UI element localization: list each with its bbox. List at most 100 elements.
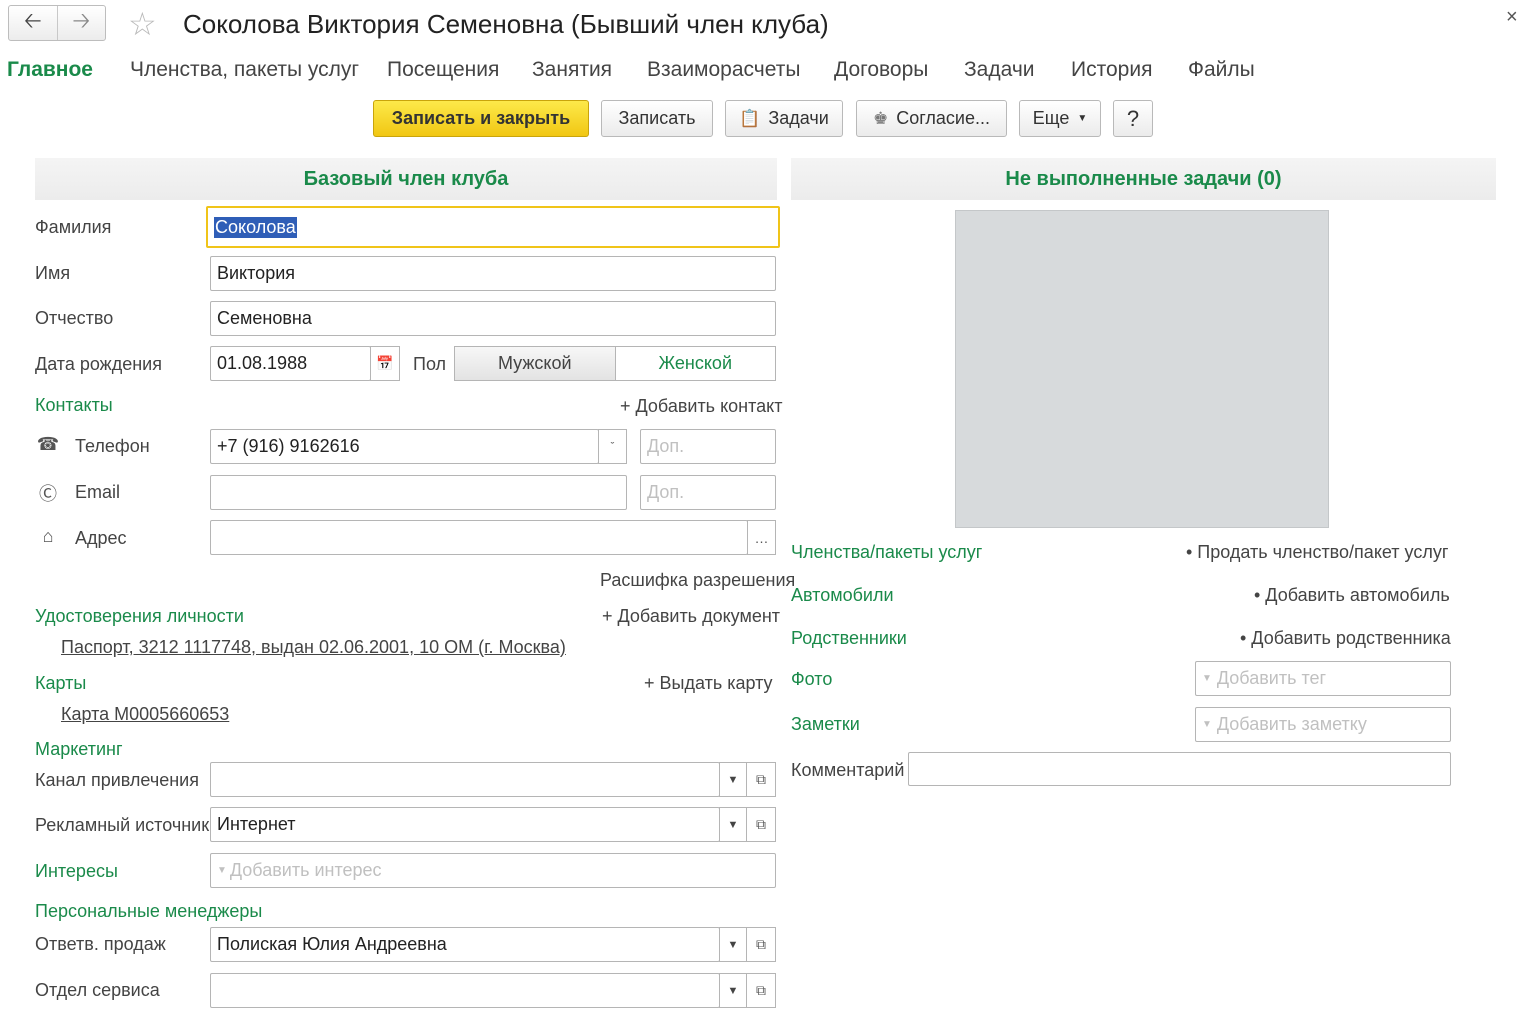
sales-dropdown[interactable]: ▼ (719, 927, 747, 962)
add-car-link[interactable]: • Добавить автомобиль (1254, 583, 1450, 607)
home-icon: ⌂ (42, 526, 54, 546)
phone-ext-field[interactable]: Доп. (640, 429, 776, 464)
consent-label: Согласие... (896, 108, 990, 128)
tasks-button[interactable]: 📋 Задачи (725, 100, 843, 137)
more-button[interactable]: Еще ▼ (1019, 100, 1101, 137)
passport-link[interactable]: Паспорт, 3212 1117748, выдан 02.06.2001,… (61, 635, 566, 659)
interests-placeholder: Добавить интерес (229, 860, 382, 880)
first-name-field[interactable]: Виктория (210, 256, 776, 291)
tab-visits[interactable]: Посещения (387, 56, 499, 84)
phone-field[interactable]: +7 (916) 9162616 (210, 429, 599, 464)
contacts-label: Контакты (35, 395, 113, 415)
tab-memberships[interactable]: Членства, пакеты услуг (130, 56, 359, 84)
sales-open-button[interactable]: ⧉ (747, 927, 776, 962)
tag-field[interactable]: ▼ Добавить тег (1195, 661, 1451, 696)
photo-label: Фото (791, 669, 833, 689)
section-header-pending-tasks: Не выполненные задачи (0) (791, 158, 1496, 200)
address-field[interactable] (210, 520, 748, 555)
first-name-label: Имя (35, 263, 71, 283)
birth-date-field[interactable]: 01.08.1988 (210, 346, 371, 381)
tab-classes[interactable]: Занятия (532, 56, 612, 84)
sell-membership-link[interactable]: • Продать членство/пакет услуг (1186, 540, 1448, 564)
comment-field[interactable] (908, 752, 1451, 786)
window-title: Соколова Виктория Семеновна (Бывший член… (183, 9, 829, 39)
save-button[interactable]: Записать (601, 100, 713, 137)
open-window-icon: ⧉ (756, 816, 766, 832)
channel-field[interactable] (210, 762, 720, 797)
arrow-right-icon: 🡢 (72, 8, 91, 33)
ad-source-dropdown[interactable]: ▼ (719, 807, 747, 842)
star-icon[interactable]: ☆ (128, 6, 157, 42)
chevron-down-icon: ▼ (1202, 719, 1212, 730)
ad-source-open-button[interactable]: ⧉ (747, 807, 776, 842)
email-ext-field[interactable]: Доп. (640, 475, 776, 510)
tasks-label: Задачи (768, 108, 829, 128)
ids-label: Удостоверения личности (35, 606, 244, 626)
open-window-icon: ⧉ (756, 982, 766, 998)
chevron-down-icon: ▼ (217, 865, 227, 876)
calendar-button[interactable]: 📅 (370, 346, 400, 381)
patronymic-field[interactable]: Семеновна (210, 301, 776, 336)
tab-settlements[interactable]: Взаиморасчеты (647, 56, 800, 84)
tab-tasks[interactable]: Задачи (964, 56, 1035, 84)
chevron-down-icon: ▼ (727, 818, 739, 831)
issue-card-link[interactable]: + Выдать карту (644, 671, 773, 695)
email-field[interactable] (210, 475, 627, 510)
marketing-label: Маркетинг (35, 739, 123, 759)
permission-decode-link[interactable]: Расшифка разрешения (600, 568, 795, 592)
chevron-down-icon: ▼ (1202, 673, 1212, 684)
service-label: Отдел сервиса (35, 980, 160, 1000)
forward-button[interactable]: 🡢 (56, 6, 106, 40)
notes-label: Заметки (791, 714, 860, 734)
comment-label: Комментарий (791, 760, 905, 780)
gender-male-option[interactable]: Мужской (455, 347, 616, 380)
chevron-down-icon: ▼ (727, 938, 739, 951)
sales-field[interactable]: Полиская Юлия Андреевна (210, 927, 720, 962)
help-button[interactable]: ? (1113, 100, 1153, 137)
add-relative-link[interactable]: • Добавить родственника (1240, 626, 1451, 650)
birth-date-label: Дата рождения (35, 354, 162, 374)
save-and-close-button[interactable]: Записать и закрыть (373, 100, 589, 137)
photo-placeholder[interactable] (955, 210, 1329, 528)
channel-open-button[interactable]: ⧉ (747, 762, 776, 797)
chevron-down-icon: ▼ (727, 984, 739, 997)
ad-source-label: Рекламный источник (35, 815, 210, 835)
email-icon: Ⓒ (39, 484, 57, 504)
section-header-base-member: Базовый член клуба (35, 158, 777, 200)
address-select-button[interactable]: … (747, 520, 776, 555)
tab-main[interactable]: Главное (7, 56, 93, 84)
channel-label: Канал привлечения (35, 770, 199, 790)
cards-label: Карты (35, 673, 87, 693)
add-contact-link[interactable]: + Добавить контакт (620, 394, 782, 418)
chevron-down-icon: ˇ (610, 440, 615, 453)
card-link[interactable]: Карта М0005660653 (61, 702, 229, 726)
interests-label: Интересы (35, 861, 118, 881)
tab-files[interactable]: Файлы (1188, 56, 1255, 84)
sales-label: Ответв. продаж (35, 934, 166, 954)
last-name-field[interactable]: Соколова (206, 206, 780, 248)
ad-source-field[interactable]: Интернет (210, 807, 720, 842)
tab-contracts[interactable]: Договоры (834, 56, 928, 84)
patronymic-label: Отчество (35, 308, 114, 328)
service-field[interactable] (210, 973, 720, 1008)
phone-type-dropdown[interactable]: ˇ (598, 429, 627, 464)
save-and-close-label: Записать и закрыть (391, 108, 571, 128)
last-name-value: Соколова (214, 216, 297, 238)
close-icon[interactable]: × (1506, 6, 1518, 29)
task-list-icon: 📋 (739, 108, 761, 128)
interests-field[interactable]: ▼ Добавить интерес (210, 853, 776, 888)
add-document-link[interactable]: + Добавить документ (602, 604, 780, 628)
arrow-left-icon: 🡠 (23, 8, 42, 33)
crown-icon: ♚ (872, 108, 889, 128)
service-dropdown[interactable]: ▼ (719, 973, 747, 1008)
managers-label: Персональные менеджеры (35, 901, 263, 921)
more-label: Еще (1032, 108, 1070, 128)
gender-female-option[interactable]: Женской (615, 347, 775, 380)
gender-label: Пол (413, 354, 447, 374)
service-open-button[interactable]: ⧉ (747, 973, 776, 1008)
channel-dropdown[interactable]: ▼ (719, 762, 747, 797)
consent-button[interactable]: ♚ Согласие... (856, 100, 1007, 137)
tab-history[interactable]: История (1071, 56, 1152, 84)
back-button[interactable]: 🡠 (9, 6, 57, 40)
note-field[interactable]: ▼ Добавить заметку (1195, 707, 1451, 742)
